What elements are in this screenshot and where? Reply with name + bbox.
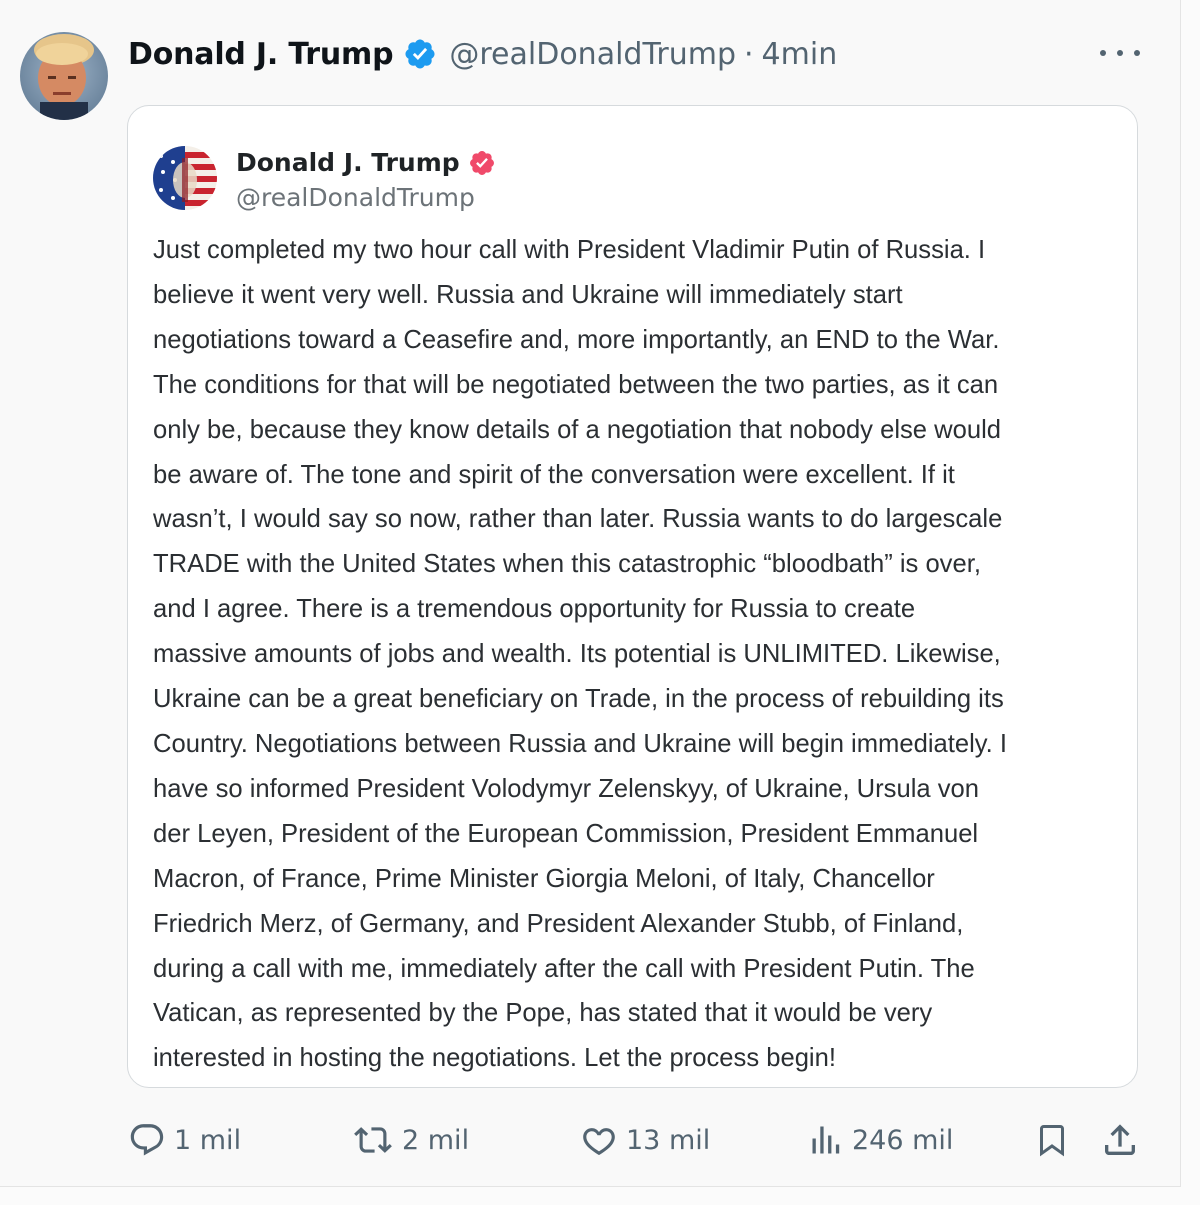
share-button[interactable] <box>1100 1112 1140 1168</box>
text-line: negotiations toward a Ceasefire and, mor… <box>153 325 1000 354</box>
reply-button[interactable]: 1 mil <box>128 1112 241 1168</box>
author-handle[interactable]: @realDonaldTrump <box>449 37 736 72</box>
more-icon[interactable] <box>1100 40 1140 66</box>
view-count: 246 mil <box>852 1124 954 1156</box>
quoted-post-card[interactable]: Donald J. Trump @realDonaldTrump Just co… <box>127 105 1138 1088</box>
text-line: Macron, of France, Prime Minister Giorgi… <box>153 864 935 893</box>
text-line: during a call with me, immediately after… <box>153 954 975 983</box>
text-line: The conditions for that will be negotiat… <box>153 370 999 399</box>
bookmark-button[interactable] <box>1034 1112 1070 1168</box>
separator-dot: · <box>744 36 754 72</box>
text-line: Vatican, as represented by the Pope, has… <box>153 999 933 1028</box>
text-line: Country. Negotiations between Russia and… <box>153 729 1008 758</box>
post-time[interactable]: 4min <box>762 37 838 72</box>
share-icon <box>1105 1124 1135 1155</box>
text-line: wasn’t, I would say so now, rather than … <box>153 505 1003 534</box>
repost-icon <box>354 1127 392 1153</box>
verified-badge-icon <box>468 149 496 177</box>
views-button[interactable]: 246 mil <box>808 1112 953 1168</box>
post-container: Donald J. Trump @realDonaldTrump · 4min <box>0 0 1181 1187</box>
text-line: Ukraine can be a great beneficiary on Tr… <box>153 685 1004 714</box>
repost-count: 2 mil <box>402 1124 470 1156</box>
text-line: interested in hosting the negotiations. … <box>153 1044 836 1073</box>
like-button[interactable]: 13 mil <box>580 1112 710 1168</box>
bookmark-icon <box>1040 1125 1064 1157</box>
repost-button[interactable]: 2 mil <box>352 1112 469 1168</box>
author-name[interactable]: Donald J. Trump <box>128 37 394 72</box>
dot <box>1100 50 1106 56</box>
quoted-author-name[interactable]: Donald J. Trump <box>236 148 460 177</box>
text-line: Just completed my two hour call with Pre… <box>153 236 986 264</box>
text-line: have so informed President Volodymyr Zel… <box>153 774 979 803</box>
quoted-header: Donald J. Trump <box>236 148 496 177</box>
dot <box>1117 50 1123 56</box>
quoted-author-avatar[interactable] <box>153 146 217 210</box>
quoted-post-text: Just completed my two hour call with Pre… <box>153 228 1128 1081</box>
dot <box>1134 50 1140 56</box>
quoted-author-handle[interactable]: @realDonaldTrump <box>236 183 475 212</box>
like-count: 13 mil <box>626 1124 711 1156</box>
reply-count: 1 mil <box>174 1124 242 1156</box>
post-header: Donald J. Trump @realDonaldTrump · 4min <box>128 32 837 76</box>
text-line: der Leyen, President of the European Com… <box>153 819 979 848</box>
author-avatar[interactable] <box>20 32 108 120</box>
action-bar: 1 mil 2 mil 13 mil 246 mil <box>0 1112 1180 1168</box>
text-line: be aware of. The tone and spirit of the … <box>153 460 955 489</box>
text-line: only be, because they know details of a … <box>153 415 1002 444</box>
text-line: massive amounts of jobs and wealth. Its … <box>153 640 1001 669</box>
reply-icon <box>130 1124 164 1156</box>
views-chart-icon <box>812 1126 840 1154</box>
text-line: TRADE with the United States when this c… <box>153 550 981 579</box>
text-line: believe it went very well. Russia and Uk… <box>153 280 903 309</box>
text-line: and I agree. There is a tremendous oppor… <box>153 595 916 624</box>
text-line: Friedrich Merz, of Germany, and Presiden… <box>153 909 964 938</box>
heart-icon <box>583 1128 615 1156</box>
verified-badge-icon <box>403 37 437 71</box>
